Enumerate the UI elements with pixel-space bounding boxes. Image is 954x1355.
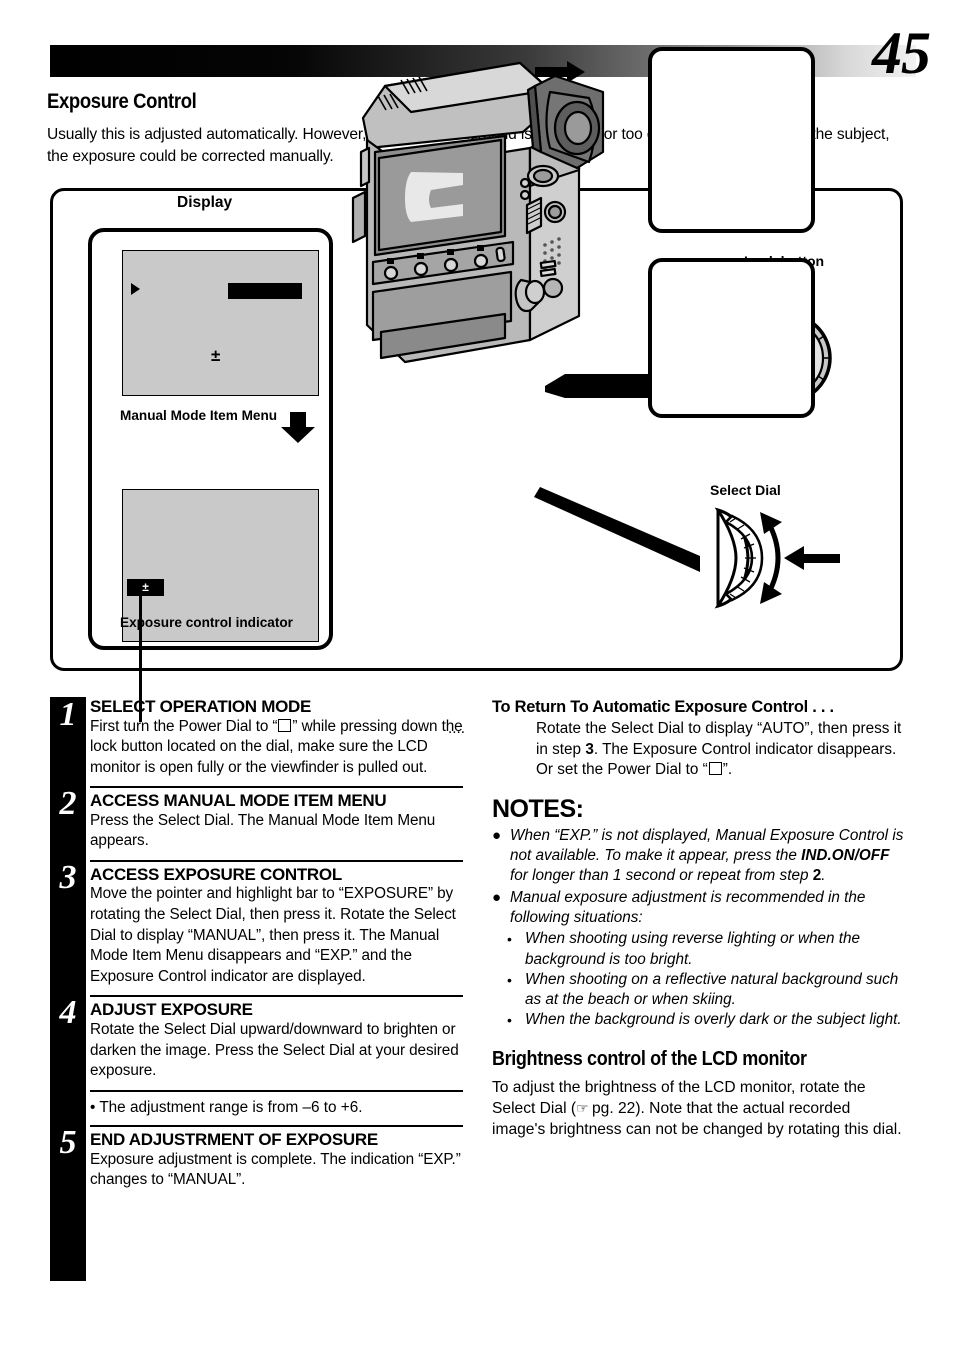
step-5-body: Exposure adjustment is complete. The ind…: [90, 1150, 461, 1189]
return-body-c: ”.: [722, 761, 733, 779]
pointing-hand-icon: ☞: [576, 1100, 589, 1117]
return-auto-body: .... Rotate the Select Dial to display “A…: [448, 719, 907, 781]
step-1-heading: SELECT OPERATION MODE: [90, 697, 312, 716]
note-2-sub-1-text: When shooting using reverse lighting or …: [525, 930, 861, 968]
brightness-body: To adjust the brightness of the LCD moni…: [492, 1077, 907, 1141]
step-4-number: 4: [59, 994, 77, 1032]
step-4-heading: ADJUST EXPOSURE: [90, 995, 463, 1020]
bullet-icon: •: [507, 971, 512, 988]
return-lead-dots: ....: [448, 720, 465, 737]
note-1-text-c: .: [821, 867, 826, 885]
return-step-ref: 3: [585, 740, 594, 758]
step-4: 4 ADJUST EXPOSURE Rotate the Select Dial…: [50, 995, 463, 1089]
return-auto-heading: To Return To Automatic Exposure Control …: [492, 698, 834, 716]
steps-list: 1 SELECT OPERATION MODE First turn the P…: [50, 697, 463, 1281]
brightness-page-ref: pg. 22: [591, 1100, 636, 1118]
brightness-heading: Brightness control of the LCD monitor: [492, 1047, 807, 1070]
step-3-heading: ACCESS EXPOSURE CONTROL: [90, 859, 463, 885]
note-2-sub-2-text: When shooting on a reflective natural ba…: [525, 970, 899, 1009]
step-4-note: • The adjustment range is from –6 to +6.: [90, 1089, 463, 1126]
step-5-number: 5: [59, 1124, 77, 1162]
step-1-body-pre: First turn the Power Dial to “: [90, 717, 278, 735]
step-5: 5 END ADJUSTRMENT OF EXPOSURE Exposure a…: [50, 1125, 463, 1199]
note-1-bold: IND.ON/OFF: [801, 847, 890, 865]
bullet-icon: ●: [492, 826, 502, 844]
callout-power-dial: [648, 47, 815, 233]
step-1: 1 SELECT OPERATION MODE First turn the P…: [50, 697, 463, 786]
step-2-heading: ACCESS MANUAL MODE ITEM MENU: [90, 786, 463, 811]
square-mode-icon: [708, 762, 722, 776]
square-mode-icon: [278, 718, 292, 732]
notes-heading: NOTES:: [492, 794, 584, 823]
note-1-text-b: for longer than 1 second or repeat from …: [510, 867, 813, 885]
step-1-body: First turn the Power Dial to “” while pr…: [90, 717, 463, 787]
step-3-body: Move the pointer and highlight bar to “E…: [90, 885, 456, 985]
note-1: ● When “EXP.” is not displayed, Manual Ex…: [492, 826, 907, 887]
note-1-step-ref: 2: [812, 867, 822, 885]
step-2-number: 2: [59, 785, 77, 823]
manual-page: 45 Exposure Control Usually this is adju…: [0, 0, 954, 1355]
step-3: 3 ACCESS EXPOSURE CONTROL Move the point…: [50, 858, 463, 995]
step-4-body: Rotate the Select Dial upward/downward t…: [90, 1020, 459, 1080]
callout-select-dial: [648, 258, 815, 418]
notes-list: ● When “EXP.” is not displayed, Manual Ex…: [492, 826, 907, 1031]
step-3-number: 3: [59, 858, 77, 896]
select-dial-icon: [714, 507, 840, 609]
note-2-text: Manual exposure adjustment is recommende…: [510, 888, 866, 926]
bullet-icon: ●: [492, 888, 502, 906]
step-2-body: Press the Select Dial. The Manual Mode I…: [90, 811, 436, 850]
step-1-number: 1: [59, 696, 77, 733]
select-dial-label: Select Dial: [710, 482, 781, 498]
note-2-sub-2: • When shooting on a reflective natural b…: [492, 970, 907, 1011]
bullet-icon: •: [507, 1012, 512, 1029]
bullet-icon: •: [507, 931, 512, 948]
note-2: ● Manual exposure adjustment is recommend…: [492, 888, 907, 929]
note-2-sub-3-text: When the background is overly dark or th…: [525, 1011, 902, 1029]
right-column: To Return To Automatic Exposure Control …: [448, 697, 907, 1141]
note-2-sub-3: • When the background is overly dark or t…: [492, 1010, 907, 1030]
step-5-heading: END ADJUSTRMENT OF EXPOSURE: [90, 1125, 463, 1150]
step-2: 2 ACCESS MANUAL MODE ITEM MENU Press the…: [50, 786, 463, 860]
note-2-sub-1: • When shooting using reverse lighting or…: [492, 929, 907, 970]
